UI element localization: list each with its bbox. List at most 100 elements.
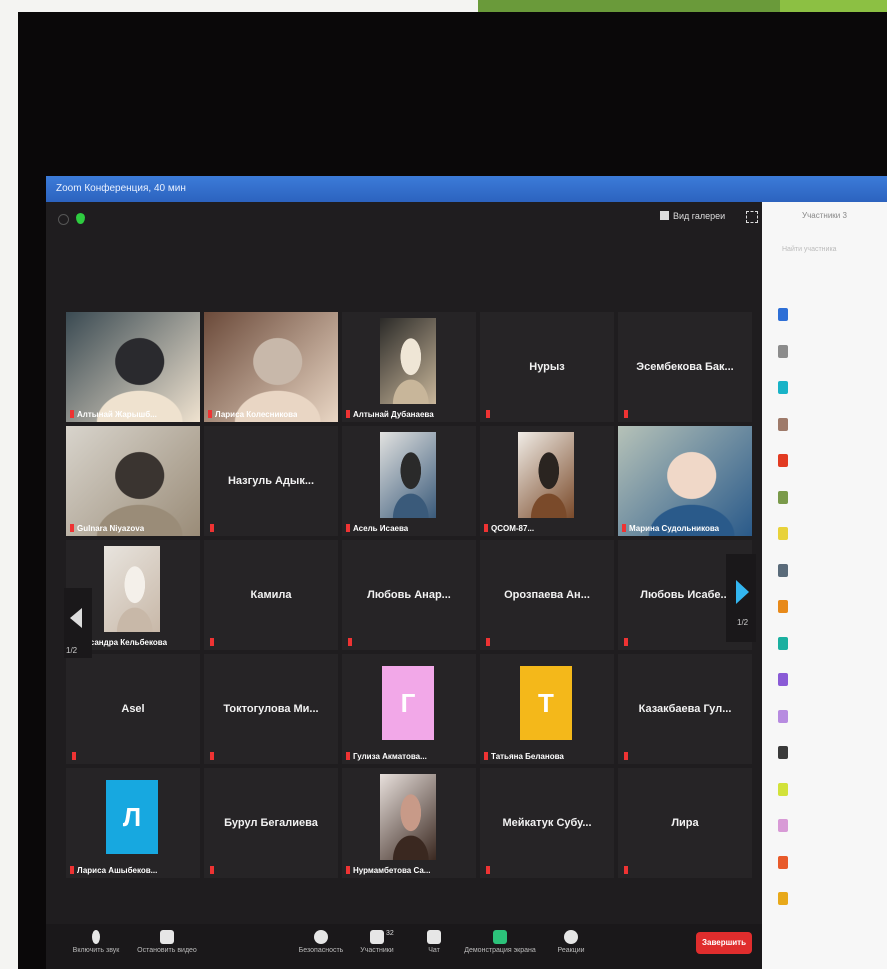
share-screen-label: Демонстрация экрана bbox=[464, 947, 536, 954]
participant-list-item[interactable] bbox=[778, 454, 878, 470]
muted-mic-icon bbox=[210, 866, 214, 874]
video-button[interactable]: Остановить видео bbox=[132, 930, 202, 954]
participant-tile[interactable]: Назгуль Адык... bbox=[204, 426, 338, 536]
participant-name: Бурул Бегалиева bbox=[224, 817, 318, 829]
previous-page-button[interactable]: 1/2 bbox=[64, 588, 92, 658]
participant-list-avatar bbox=[778, 344, 788, 358]
participant-label-text: Алтынай Дубанаева bbox=[353, 410, 434, 419]
muted-mic-icon bbox=[72, 752, 76, 760]
muted-mic-icon bbox=[210, 524, 214, 532]
participant-tile[interactable]: Gulnara Niyazova bbox=[66, 426, 200, 536]
participant-list-item[interactable] bbox=[778, 819, 878, 835]
participant-list-item[interactable] bbox=[778, 892, 878, 908]
participant-tile[interactable]: Любовь Анар... bbox=[342, 540, 476, 650]
participant-label-text: QCOM-87... bbox=[491, 524, 535, 533]
video-label: Остановить видео bbox=[137, 947, 197, 954]
next-page-button[interactable]: 1/2 bbox=[726, 554, 756, 642]
participant-list-avatar bbox=[778, 855, 788, 869]
participant-tile[interactable]: Нурыз bbox=[480, 312, 614, 422]
participant-list-item[interactable] bbox=[778, 782, 878, 799]
participant-tile[interactable]: Т Татьяна Беланова bbox=[480, 654, 614, 764]
muted-mic-icon bbox=[624, 866, 628, 874]
participant-list-item[interactable] bbox=[778, 709, 878, 726]
participant-label: Асель Исаева bbox=[346, 524, 408, 533]
participant-video bbox=[380, 318, 436, 404]
end-meeting-button[interactable]: Завершить bbox=[696, 932, 752, 954]
participant-tile[interactable]: Эсембекова Бак... bbox=[618, 312, 752, 422]
chevron-right-icon bbox=[736, 580, 749, 604]
muted-mic-icon bbox=[70, 524, 74, 532]
participant-list-item[interactable] bbox=[778, 527, 878, 543]
participant-tile[interactable]: Бурул Бегалиева bbox=[204, 768, 338, 878]
participant-list-item[interactable] bbox=[778, 381, 878, 397]
participant-name: Камила bbox=[250, 589, 292, 601]
security-button[interactable]: Безопасность bbox=[290, 930, 352, 954]
participant-label: Нурмамбетова Са... bbox=[346, 866, 430, 875]
participant-avatar: Т bbox=[520, 666, 572, 740]
muted-mic-icon bbox=[486, 866, 490, 874]
participant-tile[interactable]: Лира bbox=[618, 768, 752, 878]
info-icon[interactable] bbox=[58, 214, 69, 225]
participant-list-item[interactable] bbox=[778, 855, 878, 872]
participant-name: Лира bbox=[671, 817, 699, 829]
share-screen-button[interactable]: Демонстрация экрана bbox=[460, 930, 540, 954]
participant-list-item[interactable] bbox=[778, 490, 878, 507]
window-title: Zoom Конференция, 40 мин bbox=[56, 183, 186, 194]
mute-label: Включить звук bbox=[72, 947, 120, 954]
mute-button[interactable]: Включить звук bbox=[66, 930, 126, 954]
encryption-shield-icon[interactable] bbox=[76, 213, 85, 224]
participant-tile[interactable]: Алтынай Дубанаева bbox=[342, 312, 476, 422]
participant-tile[interactable]: Л Лариса Ашыбеков... bbox=[66, 768, 200, 878]
people-icon bbox=[370, 930, 384, 944]
participant-tile[interactable]: Asel bbox=[66, 654, 200, 764]
participant-tile[interactable]: Г Гулиза Акматова... bbox=[342, 654, 476, 764]
participant-list-item[interactable] bbox=[778, 344, 878, 361]
participant-tile[interactable]: Казакбаева Гул... bbox=[618, 654, 752, 764]
participant-video bbox=[618, 426, 752, 536]
participant-tile[interactable]: Алтынай Жарышб... bbox=[66, 312, 200, 422]
participant-list-avatar bbox=[778, 381, 788, 394]
participant-label: Татьяна Беланова bbox=[484, 752, 564, 761]
participants-button[interactable]: Участники 32 bbox=[352, 930, 402, 954]
muted-mic-icon bbox=[210, 752, 214, 760]
participant-label: Алтынай Жарышб... bbox=[70, 410, 157, 419]
gallery-view-button[interactable]: Вид галереи bbox=[660, 211, 725, 221]
participant-video bbox=[204, 312, 338, 422]
participant-tile[interactable]: QCOM-87... bbox=[480, 426, 614, 536]
muted-mic-icon bbox=[346, 524, 350, 532]
muted-mic-icon bbox=[346, 410, 350, 418]
fullscreen-icon[interactable] bbox=[746, 211, 758, 223]
participant-list-item[interactable] bbox=[778, 417, 878, 434]
muted-mic-icon bbox=[348, 638, 352, 646]
participant-search-input[interactable]: Найти участника bbox=[782, 246, 837, 253]
participant-list-item[interactable] bbox=[778, 600, 878, 616]
participant-label: Gulnara Niyazova bbox=[70, 524, 144, 533]
participant-list-item[interactable] bbox=[778, 746, 878, 762]
participant-tile[interactable]: Лариса Колесникова bbox=[204, 312, 338, 422]
participant-tile[interactable]: Орозпаева Ан... bbox=[480, 540, 614, 650]
participants-panel: Участники 3 Найти участника bbox=[762, 202, 887, 969]
participant-tile[interactable]: Нурмамбетова Са... bbox=[342, 768, 476, 878]
chat-label: Чат bbox=[428, 947, 440, 954]
participant-tile[interactable]: Марина Судольникова bbox=[618, 426, 752, 536]
chat-button[interactable]: Чат bbox=[414, 930, 454, 954]
reactions-button[interactable]: Реакции bbox=[546, 930, 596, 954]
participant-tile[interactable]: Камила bbox=[204, 540, 338, 650]
participant-list-avatar bbox=[778, 782, 788, 796]
participant-list-item[interactable] bbox=[778, 673, 878, 689]
participant-list-item[interactable] bbox=[778, 636, 878, 653]
participant-tile[interactable]: Асель Исаева bbox=[342, 426, 476, 536]
participant-list-item[interactable] bbox=[778, 308, 878, 324]
participant-tile[interactable]: Токтогулова Ми... bbox=[204, 654, 338, 764]
participant-list-avatar bbox=[778, 709, 788, 723]
participant-list-avatar bbox=[778, 636, 788, 650]
participant-tile[interactable]: Мейкатук Субу... bbox=[480, 768, 614, 878]
participant-list-avatar bbox=[778, 527, 788, 540]
muted-mic-icon bbox=[624, 410, 628, 418]
participant-list-avatar bbox=[778, 454, 788, 467]
muted-mic-icon bbox=[624, 752, 628, 760]
participant-list-item[interactable] bbox=[778, 563, 878, 580]
muted-mic-icon bbox=[484, 524, 488, 532]
participant-video bbox=[66, 426, 200, 536]
participant-name: Любовь Анар... bbox=[367, 589, 451, 601]
